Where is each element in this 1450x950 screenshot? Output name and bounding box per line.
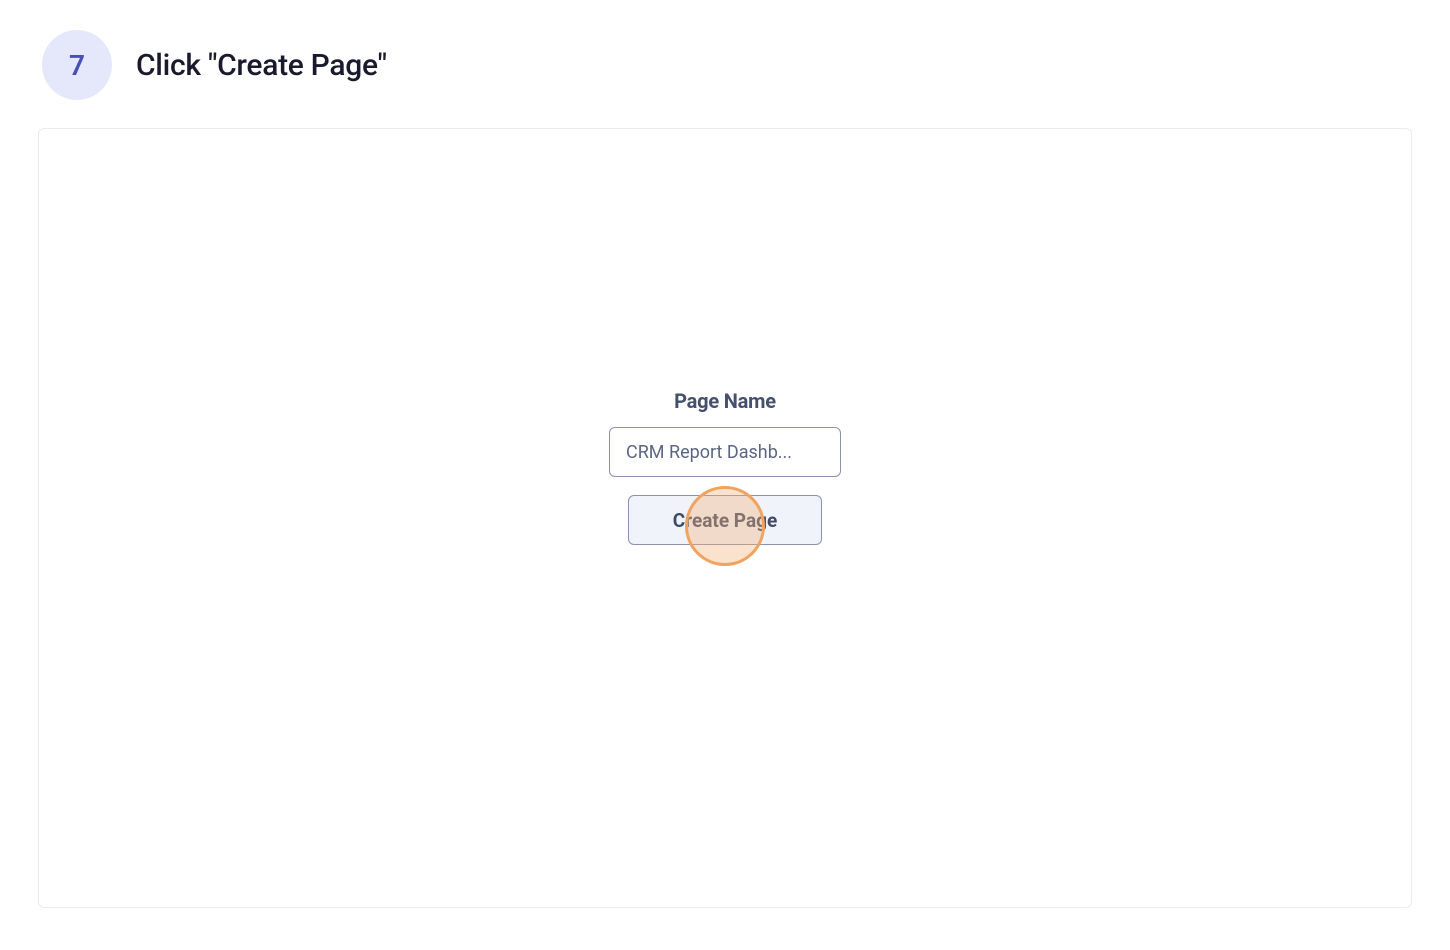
step-number-badge: 7 — [42, 30, 112, 100]
create-page-button[interactable]: Create Page — [628, 495, 822, 545]
step-header: 7 Click "Create Page" — [38, 30, 1412, 100]
screenshot-panel: Page Name Create Page — [38, 128, 1412, 908]
page-name-input[interactable] — [609, 427, 841, 477]
step-title: Click "Create Page" — [136, 48, 387, 83]
step-card: 7 Click "Create Page" Page Name Create P… — [0, 0, 1450, 950]
create-page-form: Page Name Create Page — [609, 389, 841, 545]
step-number: 7 — [69, 49, 85, 82]
page-name-label: Page Name — [674, 389, 776, 413]
